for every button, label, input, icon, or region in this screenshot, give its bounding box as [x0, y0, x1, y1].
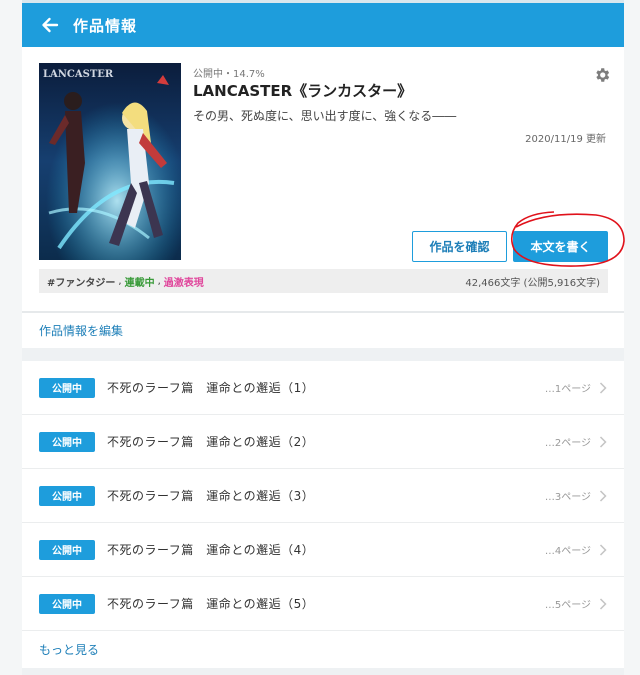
edit-row: 作品情報を編集 [22, 312, 624, 348]
status-badge: 公開中 [39, 431, 95, 452]
episode-list: 公開中 不死のラーフ篇 運命との邂逅（1） …1ページ 公開中 不死のラーフ篇 … [22, 361, 624, 668]
list-item[interactable]: 公開中 不死のラーフ篇 運命との邂逅（4） …4ページ [22, 523, 624, 577]
tag-separator: , [157, 275, 161, 287]
work-title: LANCASTER《ランカスター》 [193, 82, 413, 100]
chevron-right-icon [599, 435, 607, 448]
arrow-left-icon[interactable] [40, 15, 60, 35]
page-count: …4ページ [544, 546, 591, 557]
page-count: …3ページ [544, 492, 591, 503]
header-bar: 作品情報 [22, 0, 624, 47]
write-text-button[interactable]: 本文を書く [513, 231, 608, 262]
episode-title: 不死のラーフ篇 運命との邂逅（4） [107, 543, 315, 557]
work-card: LANCASTER 公開中・14.7% LANCASTER《ランカスター》 その… [22, 47, 625, 312]
page-count: …5ページ [544, 600, 591, 611]
character-count: 42,466文字 (公開5,916文字) [465, 277, 600, 289]
status-badge: 公開中 [39, 485, 95, 506]
publish-status: 公開中・14.7% [193, 69, 265, 80]
list-item[interactable]: 公開中 不死のラーフ篇 運命との邂逅（3） …3ページ [22, 469, 624, 523]
cover-logo: LANCASTER [43, 69, 114, 80]
chevron-right-icon [599, 381, 607, 394]
left-gutter [0, 0, 22, 675]
page-count: …1ページ [544, 384, 591, 395]
tag-separator: , [118, 275, 122, 287]
episode-title: 不死のラーフ篇 運命との邂逅（3） [107, 489, 315, 503]
page-count: …2ページ [544, 438, 591, 449]
status-badge: 公開中 [39, 377, 95, 398]
show-more-link[interactable]: もっと見る [39, 641, 99, 658]
serial-tag: 連載中 [124, 277, 155, 289]
edit-work-info-link[interactable]: 作品情報を編集 [39, 322, 123, 339]
cover-image[interactable]: LANCASTER [39, 63, 181, 260]
gear-icon[interactable] [593, 66, 611, 84]
chevron-right-icon [599, 489, 607, 502]
page-title: 作品情報 [73, 16, 138, 35]
view-work-button[interactable]: 作品を確認 [412, 231, 507, 262]
chevron-right-icon [599, 597, 607, 610]
list-item[interactable]: 公開中 不死のラーフ篇 運命との邂逅（1） …1ページ [22, 361, 624, 415]
chevron-right-icon [599, 543, 607, 556]
episode-title: 不死のラーフ篇 運命との邂逅（2） [107, 435, 315, 449]
episode-title: 不死のラーフ篇 運命との邂逅（5） [107, 597, 315, 611]
violence-tag: 過激表現 [163, 277, 204, 289]
updated-date: 2020/11/19 更新 [525, 134, 606, 145]
work-catchphrase: その男、死ぬ度に、思い出す度に、強くなる―― [193, 109, 457, 123]
list-item[interactable]: 公開中 不死のラーフ篇 運命との邂逅（2） …2ページ [22, 415, 624, 469]
more-row: もっと見る [22, 631, 624, 668]
status-badge: 公開中 [39, 593, 95, 614]
right-gutter [624, 0, 640, 675]
status-badge: 公開中 [39, 539, 95, 560]
list-item[interactable]: 公開中 不死のラーフ篇 運命との邂逅（5） …5ページ [22, 577, 624, 631]
genre-tag[interactable]: #ファンタジー [47, 274, 115, 289]
tag-bar: #ファンタジー , 連載中 , 過激表現 42,466文字 (公開5,916文字… [39, 269, 608, 293]
episode-title: 不死のラーフ篇 運命との邂逅（1） [107, 381, 315, 395]
